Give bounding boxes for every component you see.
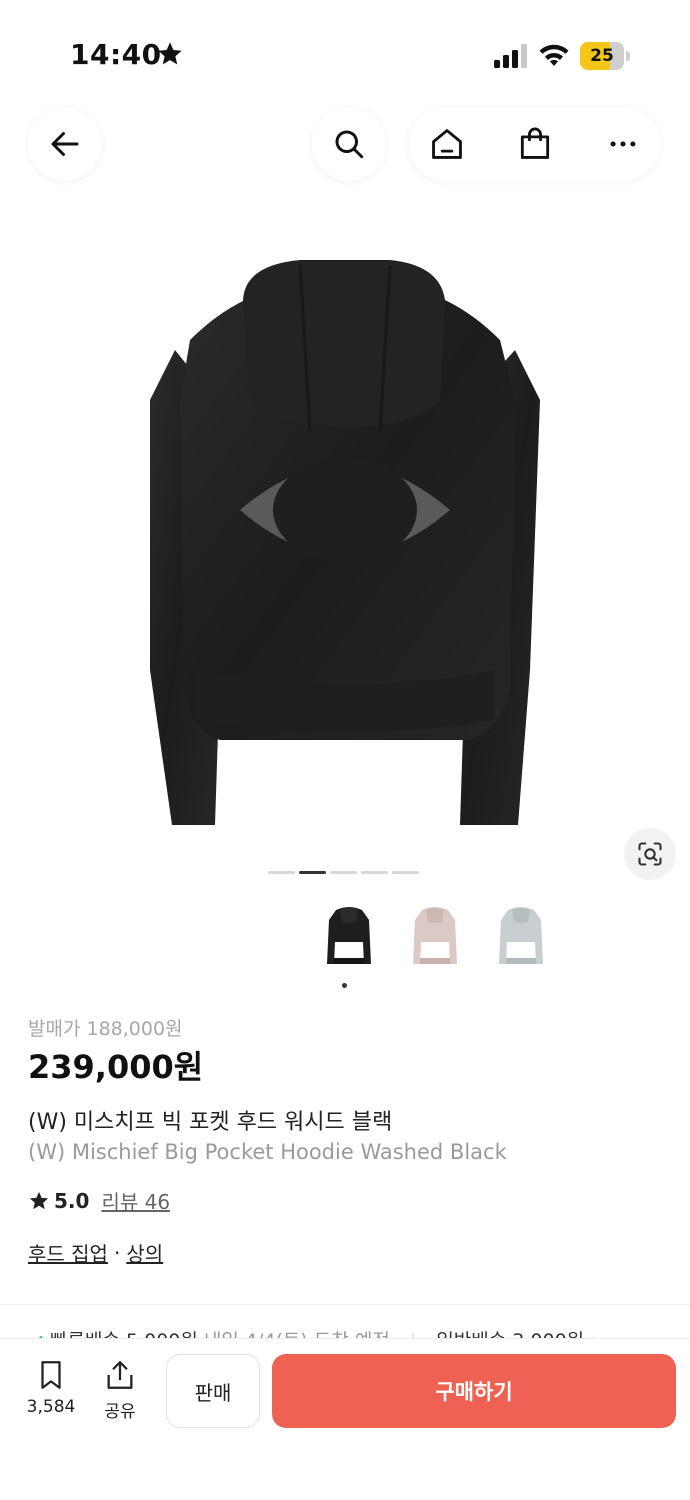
pager-dot[interactable] bbox=[392, 871, 419, 874]
star-icon bbox=[29, 1191, 49, 1209]
product-image[interactable] bbox=[0, 200, 690, 890]
battery-indicator: 25 bbox=[580, 42, 630, 70]
color-thumbnails bbox=[310, 898, 560, 976]
release-price: 발매가 188,000원 bbox=[28, 1018, 183, 1040]
thumbnail-pink[interactable] bbox=[396, 898, 474, 976]
share-button[interactable]: 공유 bbox=[96, 1357, 144, 1422]
search-icon bbox=[335, 130, 364, 159]
bottom-action-bar: 3,584 공유 판매 구매하기 bbox=[0, 1338, 690, 1500]
share-label: 공유 bbox=[104, 1402, 136, 1422]
camera-scan-icon bbox=[638, 842, 662, 866]
selected-thumbnail-indicator bbox=[342, 983, 347, 988]
wifi-icon bbox=[539, 44, 569, 66]
arrow-left-icon bbox=[51, 132, 79, 156]
thumbnail-grey[interactable] bbox=[482, 898, 560, 976]
battery-level: 25 bbox=[590, 46, 614, 66]
image-pager bbox=[268, 871, 419, 875]
product-name-english: (W) Mischief Big Pocket Hoodie Washed Bl… bbox=[28, 1140, 507, 1164]
category-breadcrumb: 후드 집업 · 상의 bbox=[28, 1238, 163, 1267]
shopping-bag-icon bbox=[520, 127, 550, 159]
more-button[interactable] bbox=[603, 124, 643, 164]
search-button[interactable] bbox=[312, 107, 386, 181]
signal-icon bbox=[494, 44, 527, 68]
status-time: 14:40 bbox=[70, 38, 162, 71]
review-link[interactable]: 리뷰 46 bbox=[101, 1186, 170, 1215]
pager-dot-active[interactable] bbox=[299, 871, 326, 874]
bookmark-icon bbox=[41, 1361, 61, 1389]
buy-button[interactable]: 구매하기 bbox=[272, 1354, 676, 1428]
home-icon bbox=[432, 129, 462, 159]
hoodie-thumbnail-grey bbox=[499, 907, 543, 964]
sell-button[interactable]: 판매 bbox=[166, 1354, 260, 1428]
nav-action-group bbox=[409, 107, 661, 181]
image-search-button[interactable] bbox=[624, 828, 676, 880]
pager-dot[interactable] bbox=[268, 871, 295, 874]
more-horizontal-icon bbox=[610, 141, 636, 147]
star-icon bbox=[158, 42, 182, 65]
section-divider bbox=[0, 1304, 690, 1305]
hoodie-thumbnail-pink bbox=[413, 907, 457, 964]
category-link[interactable]: 후드 집업 bbox=[28, 1238, 108, 1267]
rating-score: 5.0 bbox=[54, 1188, 90, 1213]
rating-row: 5.0 리뷰 46 bbox=[28, 1186, 170, 1215]
bookmark-button[interactable]: 3,584 bbox=[22, 1357, 80, 1417]
home-button[interactable] bbox=[427, 124, 467, 164]
pager-dot[interactable] bbox=[361, 871, 388, 874]
pager-dot[interactable] bbox=[330, 871, 357, 874]
back-button[interactable] bbox=[28, 107, 102, 181]
share-icon bbox=[107, 1361, 133, 1389]
category-separator: · bbox=[113, 1240, 121, 1265]
parent-category-link[interactable]: 상의 bbox=[126, 1238, 163, 1267]
cart-button[interactable] bbox=[515, 124, 555, 164]
thumbnail-black[interactable] bbox=[310, 898, 388, 976]
current-price: 239,000원 bbox=[28, 1048, 204, 1086]
hoodie-thumbnail-black bbox=[327, 907, 371, 964]
status-bar: 14:40 25 bbox=[0, 0, 690, 100]
product-name-korean: (W) 미스치프 빅 포켓 후드 워시드 블랙 bbox=[28, 1110, 393, 1135]
bookmark-count: 3,584 bbox=[26, 1397, 76, 1417]
